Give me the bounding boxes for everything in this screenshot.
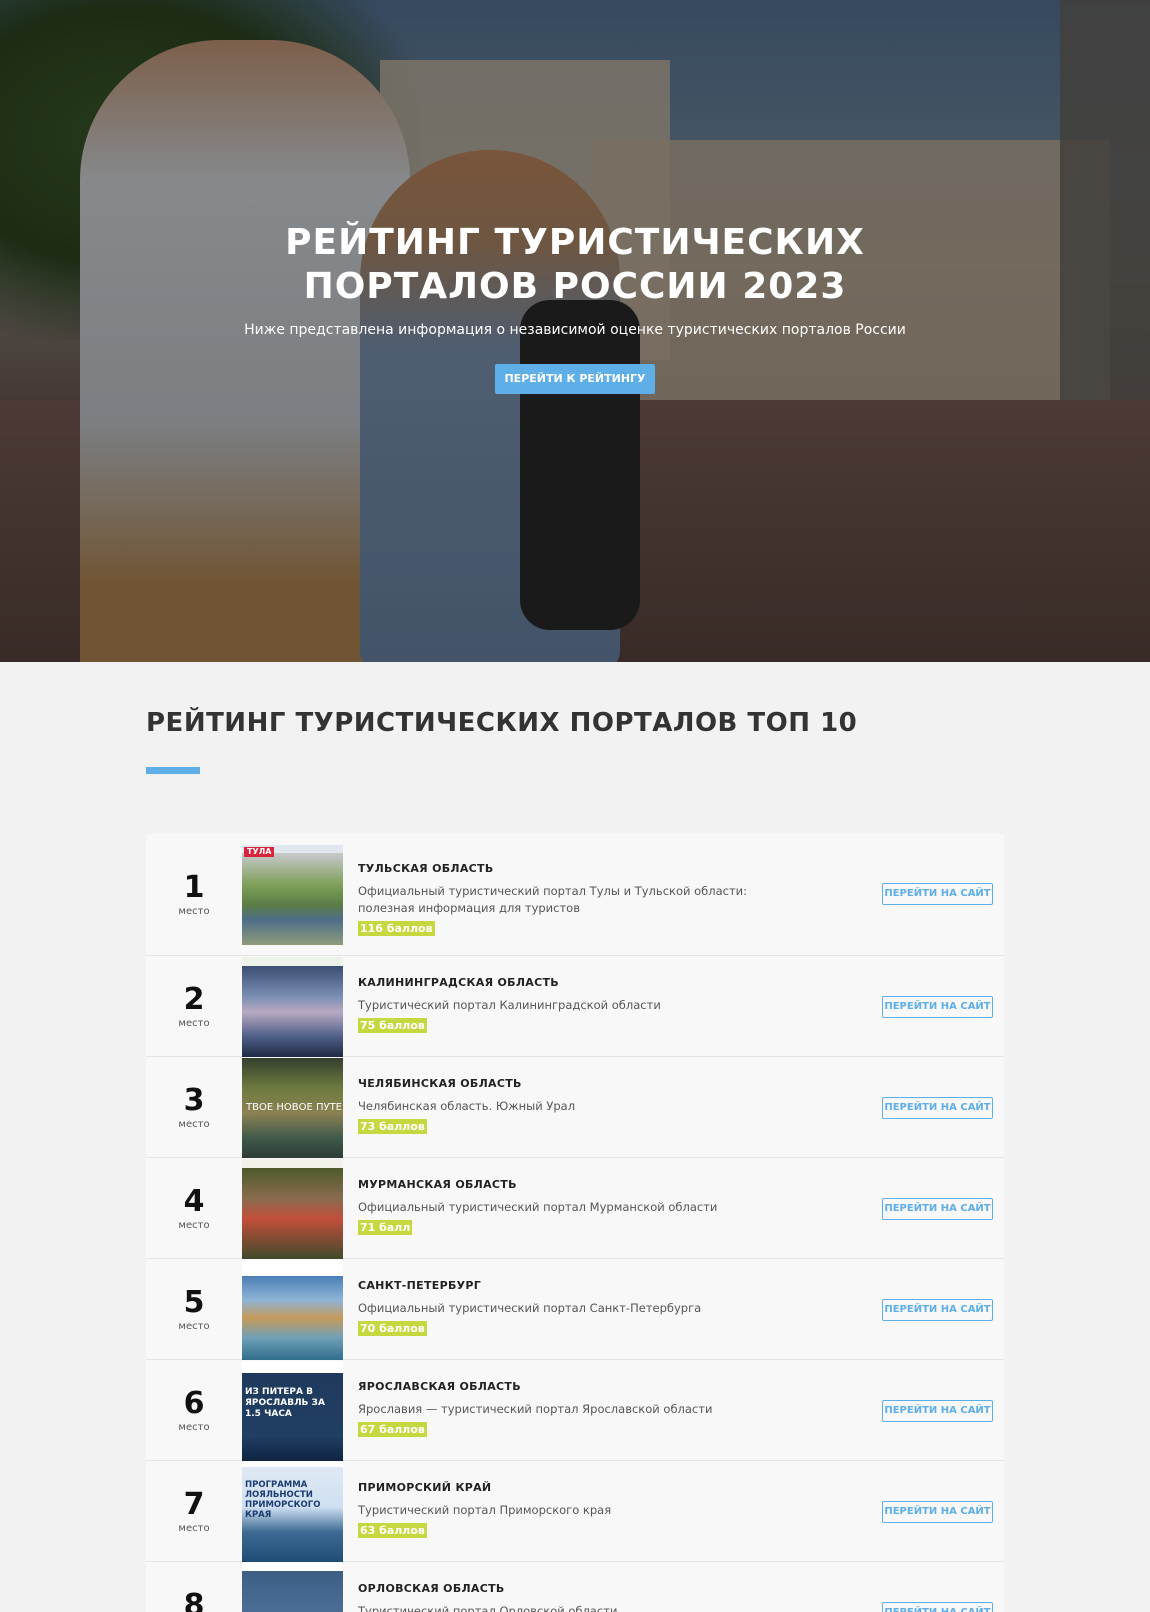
portal-screenshot-thumbnail[interactable]: ИЗ ПИТЕРА В ЯРОСЛАВЛЬ ЗА 1.5 ЧАСА — [242, 1361, 343, 1461]
rank-number: 4 — [183, 1184, 205, 1219]
region-name: ЯРОСЛАВСКАЯ ОБЛАСТЬ — [358, 1380, 521, 1393]
portal-screenshot-thumbnail[interactable] — [242, 1159, 343, 1259]
score-badge: 63 баллов — [358, 1523, 427, 1538]
region-name: КАЛИНИНГРАДСКАЯ ОБЛАСТЬ — [358, 976, 559, 989]
rank-block: 6 место — [146, 1387, 242, 1435]
region-name: ТУЛЬСКАЯ ОБЛАСТЬ — [358, 862, 494, 875]
rank-block: 2 место — [146, 983, 242, 1031]
go-to-site-button[interactable]: ПЕРЕЙТИ НА САЙТ — [882, 1198, 993, 1220]
score-badge: 75 баллов — [358, 1018, 427, 1033]
thumbnail-caption: ПРОГРАММА ЛОЯЛЬНОСТИ ПРИМОРСКОГО КРАЯ — [245, 1480, 321, 1520]
rating-row: 7 место ПРОГРАММА ЛОЯЛЬНОСТИ ПРИМОРСКОГО К… — [146, 1461, 1004, 1562]
portal-info: ПРИМОРСКИЙ КРАЙ Туристический портал Прим… — [358, 1480, 778, 1538]
portal-info: ТУЛЬСКАЯ ОБЛАСТЬ Официальный туристически… — [358, 861, 778, 936]
rank-block: 8место — [146, 1589, 242, 1612]
portal-screenshot-thumbnail[interactable]: ПРОГРАММА ЛОЯЛЬНОСТИ ПРИМОРСКОГО КРАЯ — [242, 1462, 343, 1562]
score-badge: 70 баллов — [358, 1321, 427, 1336]
rank-label: место — [178, 1119, 210, 1130]
rating-row: 1 место ТУЛА ТУЛЬСКАЯ ОБЛАСТЬ Официальный ту… — [146, 834, 1004, 956]
portal-info: ЧЕЛЯБИНСКАЯ ОБЛАСТЬ Челябинская область. … — [358, 1076, 778, 1134]
score-badge: 116 баллов — [358, 921, 435, 936]
hero-title-line: ПОРТАЛОВ РОССИИ 2023 — [303, 266, 847, 307]
rank-label: место — [178, 1321, 210, 1332]
rank-label: место — [178, 1220, 210, 1231]
thumbnail-caption: ТВОЕ НОВОЕ ПУТЕ — [246, 1102, 342, 1113]
portal-screenshot-thumbnail[interactable] — [242, 1563, 343, 1612]
rank-number: 5 — [183, 1285, 205, 1320]
portal-info: САНКТ-ПЕТЕРБУРГ Официальный туристический… — [358, 1278, 778, 1336]
hero-title-line: РЕЙТИНГ ТУРИСТИЧЕСКИХ — [285, 222, 865, 263]
portal-description: Официальный туристический портал Санкт-П… — [358, 1301, 702, 1315]
rank-number: 8 — [183, 1588, 205, 1612]
go-to-site-button[interactable]: ПЕРЕЙТИ НА САЙТ — [882, 996, 993, 1018]
score-badge: 67 баллов — [358, 1422, 427, 1437]
hero-subtitle: Ниже представлена информация о независим… — [244, 322, 906, 338]
portal-screenshot-thumbnail[interactable] — [242, 1260, 343, 1360]
section-title: РЕЙТИНГ ТУРИСТИЧЕСКИХ ПОРТАЛОВ ТОП 10 — [146, 708, 858, 738]
rank-block: 5 место — [146, 1286, 242, 1334]
rank-label: место — [178, 1523, 210, 1534]
portal-screenshot-thumbnail[interactable]: ТУЛА — [242, 845, 343, 945]
rank-label: место — [178, 906, 210, 917]
go-to-site-button[interactable]: ПЕРЕЙТИ НА САЙТ — [882, 1400, 993, 1422]
region-name: ОРЛОВСКАЯ ОБЛАСТЬ — [358, 1582, 505, 1595]
rank-number: 7 — [183, 1487, 205, 1522]
rank-number: 1 — [183, 870, 205, 905]
portal-description: Официальный туристический портал Тулы и … — [358, 884, 748, 915]
region-name: ЧЕЛЯБИНСКАЯ ОБЛАСТЬ — [358, 1077, 522, 1090]
rank-block: 1 место — [146, 871, 242, 919]
portal-info: ОРЛОВСКАЯ ОБЛАСТЬ Туристический портал Ор… — [358, 1581, 778, 1612]
portal-description: Туристический портал Калининградской обл… — [358, 998, 661, 1012]
rank-number: 3 — [183, 1083, 205, 1118]
rank-label: место — [178, 1422, 210, 1433]
rating-row: 6 место ИЗ ПИТЕРА В ЯРОСЛАВЛЬ ЗА 1.5 ЧАСА Я… — [146, 1360, 1004, 1461]
portal-description: Челябинская область. Южный Урал — [358, 1099, 576, 1113]
rank-block: 4 место — [146, 1185, 242, 1233]
portal-description: Официальный туристический портал Мурманс… — [358, 1200, 718, 1214]
rank-block: 7 место — [146, 1488, 242, 1536]
rating-row: 4 место МУРМАНСКАЯ ОБЛАСТЬ Официальный тури… — [146, 1158, 1004, 1259]
score-badge: 73 баллов — [358, 1119, 427, 1134]
portal-description: Ярославия — туристический портал Ярослав… — [358, 1402, 713, 1416]
rank-label: место — [178, 1018, 210, 1029]
rating-list: 1 место ТУЛА ТУЛЬСКАЯ ОБЛАСТЬ Официальный ту… — [146, 834, 1004, 1612]
rating-row: 5 место САНКТ-ПЕТЕРБУРГ Официальный туристи… — [146, 1259, 1004, 1360]
go-to-rating-button[interactable]: ПЕРЕЙТИ К РЕЙТИНГУ — [495, 364, 655, 394]
portal-screenshot-thumbnail[interactable]: ТВОЕ НОВОЕ ПУТЕ — [242, 1058, 343, 1158]
portal-info: КАЛИНИНГРАДСКАЯ ОБЛАСТЬ Туристический пор… — [358, 975, 778, 1033]
go-to-site-button[interactable]: ПЕРЕЙТИ НА САЙТ — [882, 883, 993, 905]
hero-banner: РЕЙТИНГ ТУРИСТИЧЕСКИХ ПОРТАЛОВ РОССИИ 20… — [0, 0, 1150, 662]
go-to-site-button[interactable]: ПЕРЕЙТИ НА САЙТ — [882, 1097, 993, 1119]
section-title-underline — [146, 767, 200, 774]
rank-number: 6 — [183, 1386, 205, 1421]
portal-screenshot-thumbnail[interactable] — [242, 957, 343, 1057]
score-badge: 71 балл — [358, 1220, 413, 1235]
rating-row: 2 место КАЛИНИНГРАДСКАЯ ОБЛАСТЬ Туристическ… — [146, 956, 1004, 1057]
go-to-site-button[interactable]: ПЕРЕЙТИ НА САЙТ — [882, 1501, 993, 1523]
portal-info: ЯРОСЛАВСКАЯ ОБЛАСТЬ Ярославия — туристиче… — [358, 1379, 778, 1437]
hero-content: РЕЙТИНГ ТУРИСТИЧЕСКИХ ПОРТАЛОВ РОССИИ 20… — [0, 0, 1150, 662]
thumbnail-caption: ИЗ ПИТЕРА В ЯРОСЛАВЛЬ ЗА 1.5 ЧАСА — [245, 1387, 325, 1419]
region-name: САНКТ-ПЕТЕРБУРГ — [358, 1279, 482, 1292]
portal-description: Туристический портал Орловской области — [358, 1604, 618, 1612]
go-to-site-button[interactable]: ПЕРЕЙТИ НА САЙТ — [882, 1299, 993, 1321]
rank-number: 2 — [183, 982, 205, 1017]
go-to-site-button[interactable]: ПЕРЕЙТИ НА САЙТ — [882, 1602, 993, 1612]
region-name: МУРМАНСКАЯ ОБЛАСТЬ — [358, 1178, 517, 1191]
rank-block: 3 место — [146, 1084, 242, 1132]
rating-row: 8место ОРЛОВСКАЯ ОБЛАСТЬ Туристический пор… — [146, 1562, 1004, 1612]
portal-description: Туристический портал Приморского края — [358, 1503, 612, 1517]
region-name: ПРИМОРСКИЙ КРАЙ — [358, 1481, 492, 1494]
hero-title: РЕЙТИНГ ТУРИСТИЧЕСКИХ ПОРТАЛОВ РОССИИ 20… — [175, 221, 975, 309]
rating-row: 3 место ТВОЕ НОВОЕ ПУТЕ ЧЕЛЯБИНСКАЯ ОБЛАСТЬ… — [146, 1057, 1004, 1158]
portal-info: МУРМАНСКАЯ ОБЛАСТЬ Официальный туристичес… — [358, 1177, 778, 1235]
thumbnail-caption: ТУЛА — [244, 847, 275, 857]
